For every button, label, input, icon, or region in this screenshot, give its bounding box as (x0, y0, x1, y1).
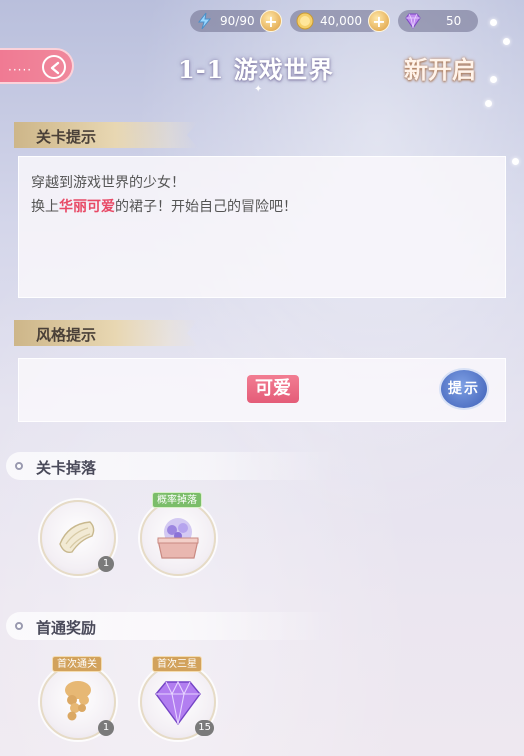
drop-item-gem-chest[interactable]: 概率掉落 (140, 492, 216, 576)
cloth-roll-icon (59, 521, 95, 554)
gem-value: 50 (446, 14, 462, 28)
coin-value: 40,000 (320, 14, 362, 28)
stage-title: 1-1 游戏世界 (178, 55, 334, 84)
back-arrow-icon (42, 55, 66, 79)
back-button-dots: ····· (8, 63, 33, 77)
stage-hint-line-1: 穿越到游戏世界的少女！ (31, 175, 185, 191)
gold-coin-icon (296, 12, 314, 30)
style-hint-label: 风格提示 (36, 326, 97, 344)
curly-wig-icon (65, 681, 91, 721)
stage-hint-panel: 穿越到游戏世界的少女！ 换上华丽可爱的裙子！开始自己的冒险吧！ (18, 156, 506, 298)
stamina-counter: 90/90 + (190, 10, 282, 32)
lightning-icon (197, 12, 212, 30)
style-tag-cute: 可爱 (247, 375, 299, 403)
drop-item-cloth[interactable]: 1 (40, 500, 116, 576)
reward-item-wig[interactable]: 首次通关 1 (40, 656, 116, 740)
stage-hint-prefix: 换上 (31, 199, 59, 215)
stamina-value: 90/90 (220, 14, 255, 28)
back-button[interactable]: ····· (0, 48, 74, 84)
stage-hint-ribbon: 关卡提示 (14, 122, 198, 148)
first-clear-tag: 首次通关 (52, 656, 102, 672)
probability-drop-tag: 概率掉落 (152, 492, 202, 508)
item-count: 1 (98, 556, 114, 572)
first-three-star-tag: 首次三星 (152, 656, 202, 672)
stage-drops-header: 关卡掉落 (6, 452, 336, 480)
gem-counter: 50 (398, 10, 478, 32)
stage-hint-line-2: 换上华丽可爱的裙子！开始自己的冒险吧！ (31, 195, 493, 219)
bullet-icon (15, 462, 23, 470)
style-hint-ribbon: 风格提示 (14, 320, 198, 346)
reward-item-diamonds[interactable]: 首次三星 15 (140, 656, 216, 740)
add-stamina-button[interactable]: + (260, 10, 282, 32)
sparkle-icon: ✦ (254, 84, 263, 95)
item-count: 15 (195, 720, 214, 736)
first-clear-label: 首通奖励 (36, 619, 97, 637)
bullet-icon (15, 622, 23, 630)
stage-drops-label: 关卡掉落 (36, 459, 97, 477)
add-coins-button[interactable]: + (368, 10, 390, 32)
style-hint-panel: 可爱 提示 (18, 358, 506, 422)
coin-counter: 40,000 + (290, 10, 390, 32)
stage-hint-label: 关卡提示 (36, 128, 97, 146)
item-count: 1 (98, 720, 114, 736)
stage-hint-highlight: 华丽可爱 (59, 199, 115, 215)
first-clear-header: 首通奖励 (6, 612, 336, 640)
resource-bar: 90/90 + 40,000 + 50 (190, 6, 524, 36)
stage-hint-suffix: 的裙子！开始自己的冒险吧！ (115, 199, 297, 215)
hint-button[interactable]: 提示 (439, 368, 489, 410)
purple-diamond-icon (405, 13, 421, 29)
new-open-label: 新开启 (404, 55, 476, 84)
gem-chest-icon (157, 518, 199, 559)
